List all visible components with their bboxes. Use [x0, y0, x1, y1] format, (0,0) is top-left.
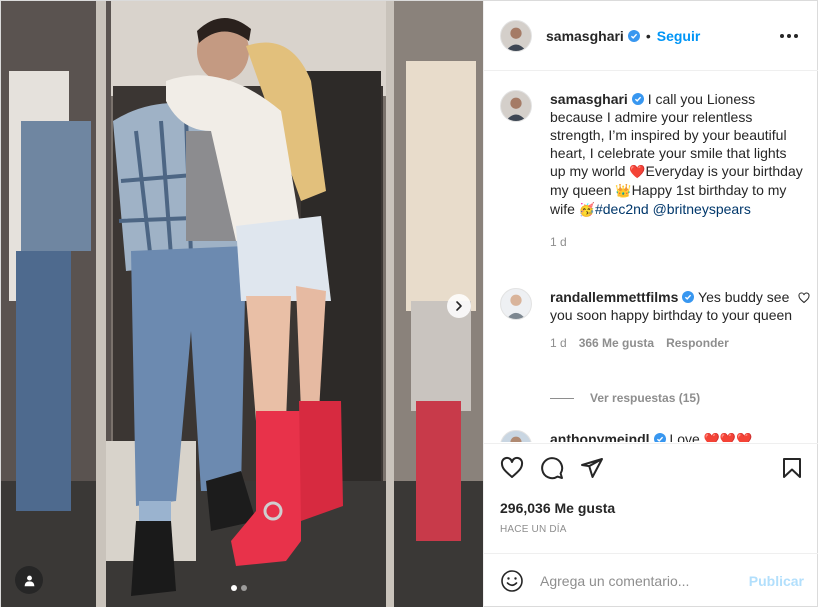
- verified-badge-icon: [631, 93, 644, 105]
- caption-time: 1 d: [550, 235, 567, 249]
- comment-input[interactable]: [540, 573, 730, 589]
- post-header: samasghari • Seguir: [484, 1, 818, 71]
- avatar-image: [501, 289, 531, 319]
- save-bookmark-icon[interactable]: [780, 456, 804, 480]
- likes-count[interactable]: 296,036 Me gusta: [500, 500, 615, 516]
- comment-body: Love: [669, 431, 704, 442]
- comment-text: anthonymeindl Love ❤️❤️❤️: [550, 430, 804, 442]
- commenter-avatar[interactable]: [500, 288, 532, 320]
- caption-meta: 1 d: [550, 235, 810, 249]
- commenter-username[interactable]: randallemmettfilms: [550, 289, 678, 305]
- party-emoji: 🥳: [578, 202, 595, 217]
- author-username[interactable]: samasghari: [546, 28, 624, 44]
- comment-time: 1 d: [550, 336, 567, 350]
- caption-username[interactable]: samasghari: [550, 91, 628, 107]
- next-image-button[interactable]: [447, 294, 471, 318]
- like-comment-heart-icon[interactable]: [798, 292, 810, 304]
- verified-badge-icon: [627, 29, 640, 42]
- crown-emoji: 👑: [615, 183, 632, 198]
- comment-likes[interactable]: 366 Me gusta: [579, 336, 654, 350]
- publish-button[interactable]: Publicar: [749, 573, 804, 589]
- heart-emoji: ❤️: [629, 164, 646, 179]
- post-actions: 296,036 Me gusta HACE UN DÍA: [484, 443, 818, 553]
- comment-item: anthonymeindl Love ❤️❤️❤️: [500, 430, 810, 442]
- chevron-right-icon: [456, 301, 462, 311]
- add-comment-bar: Publicar: [484, 553, 818, 607]
- user-icon: [24, 575, 34, 586]
- author-avatar[interactable]: [500, 19, 532, 52]
- hashtag-link[interactable]: #dec2nd: [595, 201, 649, 217]
- caption-avatar[interactable]: [500, 90, 532, 122]
- like-heart-icon[interactable]: [500, 456, 524, 480]
- photo-scene: [1, 1, 483, 607]
- verified-badge-icon: [682, 291, 695, 303]
- follow-button[interactable]: Seguir: [657, 28, 701, 44]
- instagram-post: samasghari • Seguir samasghari I call yo…: [0, 0, 818, 607]
- carousel-dot: [241, 585, 247, 591]
- verified-badge-icon: [653, 433, 666, 442]
- avatar-image: [501, 91, 531, 121]
- post-photo[interactable]: [1, 1, 483, 607]
- hearts-emoji: ❤️❤️❤️: [703, 432, 753, 442]
- post-timestamp: HACE UN DÍA: [500, 524, 567, 535]
- header-separator: •: [645, 27, 651, 44]
- reply-button[interactable]: Responder: [666, 336, 729, 350]
- view-replies-button[interactable]: Ver respuestas (15): [550, 391, 700, 405]
- avatar-image: [501, 20, 531, 51]
- mention-link[interactable]: @britneyspears: [653, 201, 751, 217]
- replies-line: [550, 397, 574, 399]
- carousel-dot-active: [231, 585, 237, 591]
- caption-text: samasghari I call you Lioness because I …: [550, 90, 804, 219]
- emoji-smile-icon[interactable]: [500, 569, 524, 593]
- action-icons: [500, 456, 604, 480]
- tagged-users-button[interactable]: [15, 566, 43, 594]
- comment-meta: 1 d 366 Me gusta Responder: [550, 336, 810, 350]
- comment-item: randallemmettfilms Yes buddy see you soo…: [500, 288, 810, 350]
- comment-text: randallemmettfilms Yes buddy see you soo…: [550, 288, 804, 324]
- caption: samasghari I call you Lioness because I …: [500, 90, 810, 249]
- carousel-indicator: [231, 585, 247, 591]
- commenter-username[interactable]: anthonymeindl: [550, 431, 650, 442]
- view-replies-label: Ver respuestas (15): [590, 391, 701, 405]
- post-sidebar: samasghari • Seguir samasghari I call yo…: [483, 1, 818, 607]
- commenter-avatar[interactable]: [500, 430, 532, 442]
- avatar-image: [501, 431, 531, 442]
- more-options-icon[interactable]: [780, 28, 798, 44]
- comments-list[interactable]: samasghari I call you Lioness because I …: [484, 72, 818, 442]
- comment-bubble-icon[interactable]: [540, 456, 564, 480]
- share-send-icon[interactable]: [580, 456, 604, 480]
